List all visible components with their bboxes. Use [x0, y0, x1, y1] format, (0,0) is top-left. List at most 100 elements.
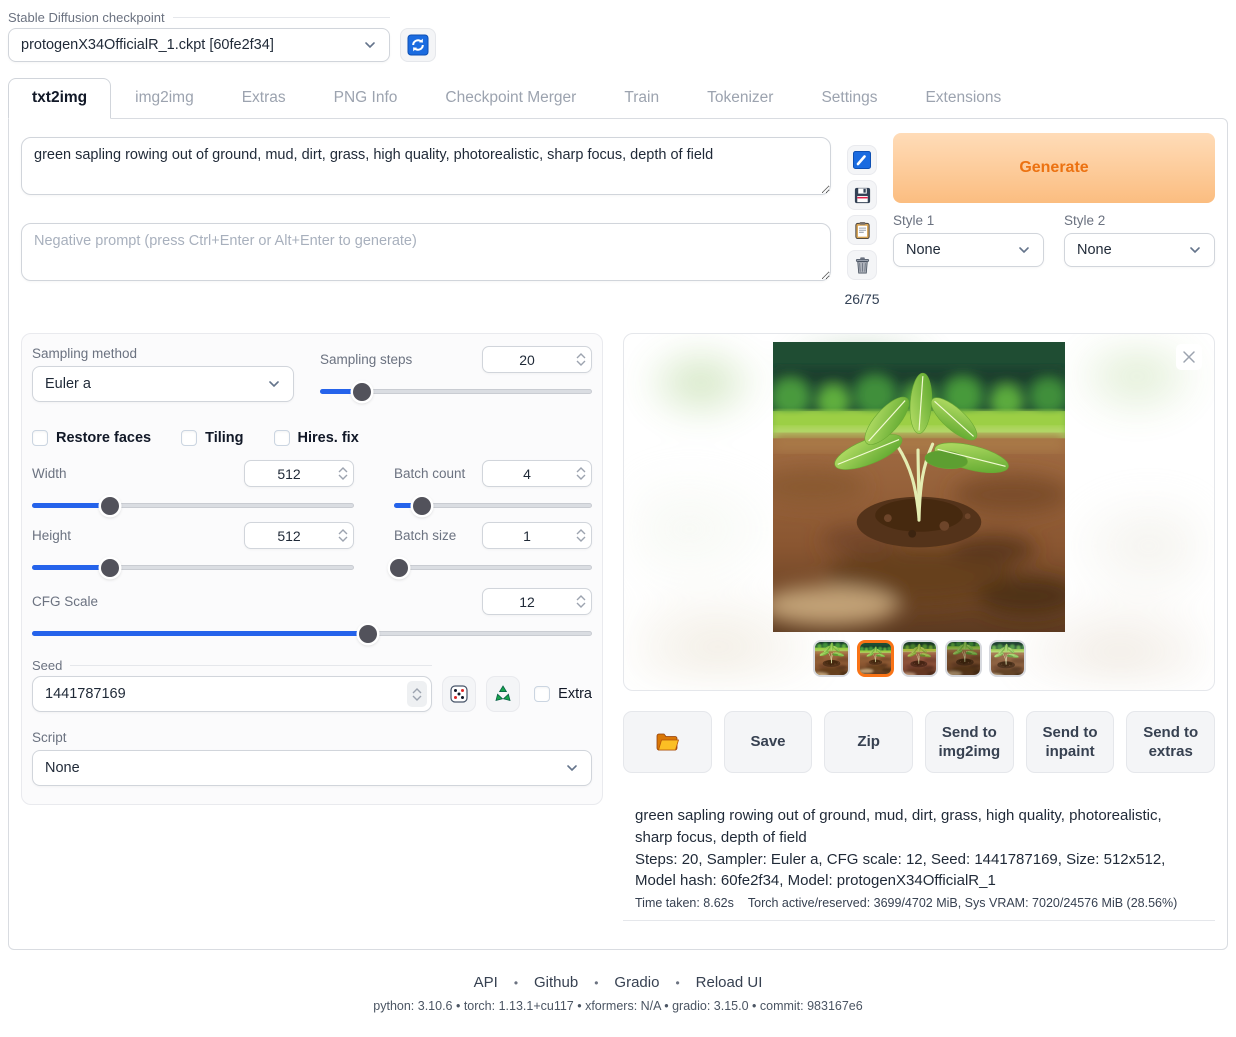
batch-count-slider[interactable] [394, 503, 592, 508]
tab-tokenizer[interactable]: Tokenizer [683, 78, 797, 118]
refresh-checkpoint-button[interactable] [400, 28, 436, 62]
send-to-extras-button[interactable]: Send to extras [1126, 711, 1215, 773]
save-style-button[interactable] [847, 180, 877, 210]
sampling-method-select[interactable]: Euler a [32, 366, 294, 402]
github-link[interactable]: Github [534, 974, 578, 991]
stepper-arrows[interactable] [571, 529, 591, 542]
send-to-inpaint-button[interactable]: Send to inpaint [1026, 711, 1115, 773]
style1-select[interactable]: None [893, 233, 1044, 267]
sampling-steps-value[interactable] [483, 352, 571, 368]
tab-img2img[interactable]: img2img [111, 78, 218, 118]
sampling-method-label: Sampling method [32, 346, 294, 361]
tab-checkpoint-merger[interactable]: Checkpoint Merger [421, 78, 600, 118]
refresh-icon [407, 34, 429, 56]
time-taken: Time taken: 8.62s [635, 896, 734, 910]
tab-extensions[interactable]: Extensions [901, 78, 1025, 118]
height-value[interactable] [245, 528, 333, 544]
chevron-down-icon [1188, 243, 1202, 257]
trash-icon [853, 256, 872, 275]
send-to-img2img-button[interactable]: Send to img2img [925, 711, 1014, 773]
batch-size-value[interactable] [483, 528, 571, 544]
save-button[interactable]: Save [724, 711, 813, 773]
dice-icon [449, 684, 469, 704]
height-input[interactable] [244, 522, 354, 549]
sampling-steps-input[interactable] [482, 346, 592, 373]
paste-params-button[interactable] [847, 145, 877, 175]
restore-faces-checkbox[interactable]: Restore faces [32, 430, 151, 446]
chevron-down-icon [1017, 243, 1031, 257]
separator-dot: • [514, 976, 518, 990]
chevron-down-icon [267, 377, 281, 391]
cfg-scale-value[interactable] [483, 594, 571, 610]
batch-count-value[interactable] [483, 466, 571, 482]
sampling-method-value: Euler a [45, 376, 267, 392]
zip-button[interactable]: Zip [824, 711, 913, 773]
thumbnail-2-selected[interactable] [857, 640, 894, 677]
stepper-arrows[interactable] [407, 681, 427, 707]
checkbox-box[interactable] [534, 686, 550, 702]
stepper-arrows[interactable] [571, 353, 591, 366]
reuse-seed-button[interactable] [486, 676, 520, 712]
thumbnail-4[interactable] [945, 640, 982, 677]
tab-txt2img[interactable]: txt2img [8, 78, 111, 119]
script-select[interactable]: None [32, 750, 592, 786]
height-slider[interactable] [32, 565, 354, 570]
open-folder-button[interactable] [623, 711, 712, 773]
reload-ui-link[interactable]: Reload UI [696, 974, 763, 991]
close-gallery-button[interactable] [1176, 344, 1202, 370]
floppy-disk-icon [853, 186, 872, 205]
generated-image[interactable] [773, 342, 1065, 632]
tab-settings[interactable]: Settings [797, 78, 901, 118]
hires-fix-checkbox[interactable]: Hires. fix [274, 430, 359, 446]
info-params-text: Steps: 20, Sampler: Euler a, CFG scale: … [635, 849, 1203, 893]
batch-size-input[interactable] [482, 522, 592, 549]
info-prompt-text: green sapling rowing out of ground, mud,… [635, 805, 1203, 849]
width-slider[interactable] [32, 503, 354, 508]
stepper-arrows[interactable] [333, 467, 353, 480]
width-label: Width [32, 466, 67, 481]
restore-faces-label: Restore faces [56, 430, 151, 446]
thumbnail-3[interactable] [901, 640, 938, 677]
tab-train[interactable]: Train [600, 78, 683, 118]
thumbnail-5[interactable] [989, 640, 1026, 677]
cfg-scale-input[interactable] [482, 588, 592, 615]
batch-size-slider[interactable] [394, 565, 592, 570]
width-value[interactable] [245, 466, 333, 482]
version-info: python: 3.10.6 • torch: 1.13.1+cu117 • x… [0, 999, 1236, 1013]
batch-count-label: Batch count [394, 466, 465, 481]
token-counter: 26/75 [844, 291, 879, 307]
cfg-scale-slider[interactable] [32, 631, 592, 636]
stepper-arrows[interactable] [333, 529, 353, 542]
style2-select[interactable]: None [1064, 233, 1215, 267]
thumbnail-1[interactable] [813, 640, 850, 677]
tiling-label: Tiling [205, 430, 243, 446]
batch-count-input[interactable] [482, 460, 592, 487]
checkbox-box[interactable] [32, 430, 48, 446]
seed-input[interactable] [32, 676, 432, 712]
seed-value[interactable] [45, 686, 407, 702]
batch-size-label: Batch size [394, 528, 456, 543]
generation-settings-panel: Sampling method Euler a Sampling steps [21, 333, 603, 805]
clear-prompt-button[interactable] [847, 250, 877, 280]
apply-style-button[interactable] [847, 215, 877, 245]
api-link[interactable]: API [474, 974, 498, 991]
checkbox-box[interactable] [274, 430, 290, 446]
random-seed-button[interactable] [442, 676, 476, 712]
extra-seed-checkbox[interactable]: Extra [534, 686, 592, 702]
stepper-arrows[interactable] [571, 467, 591, 480]
stepper-arrows[interactable] [571, 595, 591, 608]
sampling-steps-slider[interactable] [320, 389, 592, 394]
prompt-input[interactable]: green sapling rowing out of ground, mud,… [21, 137, 831, 195]
gradio-link[interactable]: Gradio [614, 974, 659, 991]
checkpoint-bar: Stable Diffusion checkpoint protogenX34O… [0, 8, 1236, 72]
tab-png-info[interactable]: PNG Info [310, 78, 422, 118]
tab-extras[interactable]: Extras [218, 78, 310, 118]
sampling-steps-label: Sampling steps [320, 352, 412, 367]
tiling-checkbox[interactable]: Tiling [181, 430, 243, 446]
checkbox-box[interactable] [181, 430, 197, 446]
checkpoint-select[interactable]: protogenX34OfficialR_1.ckpt [60fe2f34] [8, 28, 390, 62]
width-input[interactable] [244, 460, 354, 487]
generate-button[interactable]: Generate [893, 133, 1215, 203]
negative-prompt-input[interactable] [21, 223, 831, 281]
info-performance-text: Time taken: 8.62sTorch active/reserved: … [635, 896, 1203, 910]
